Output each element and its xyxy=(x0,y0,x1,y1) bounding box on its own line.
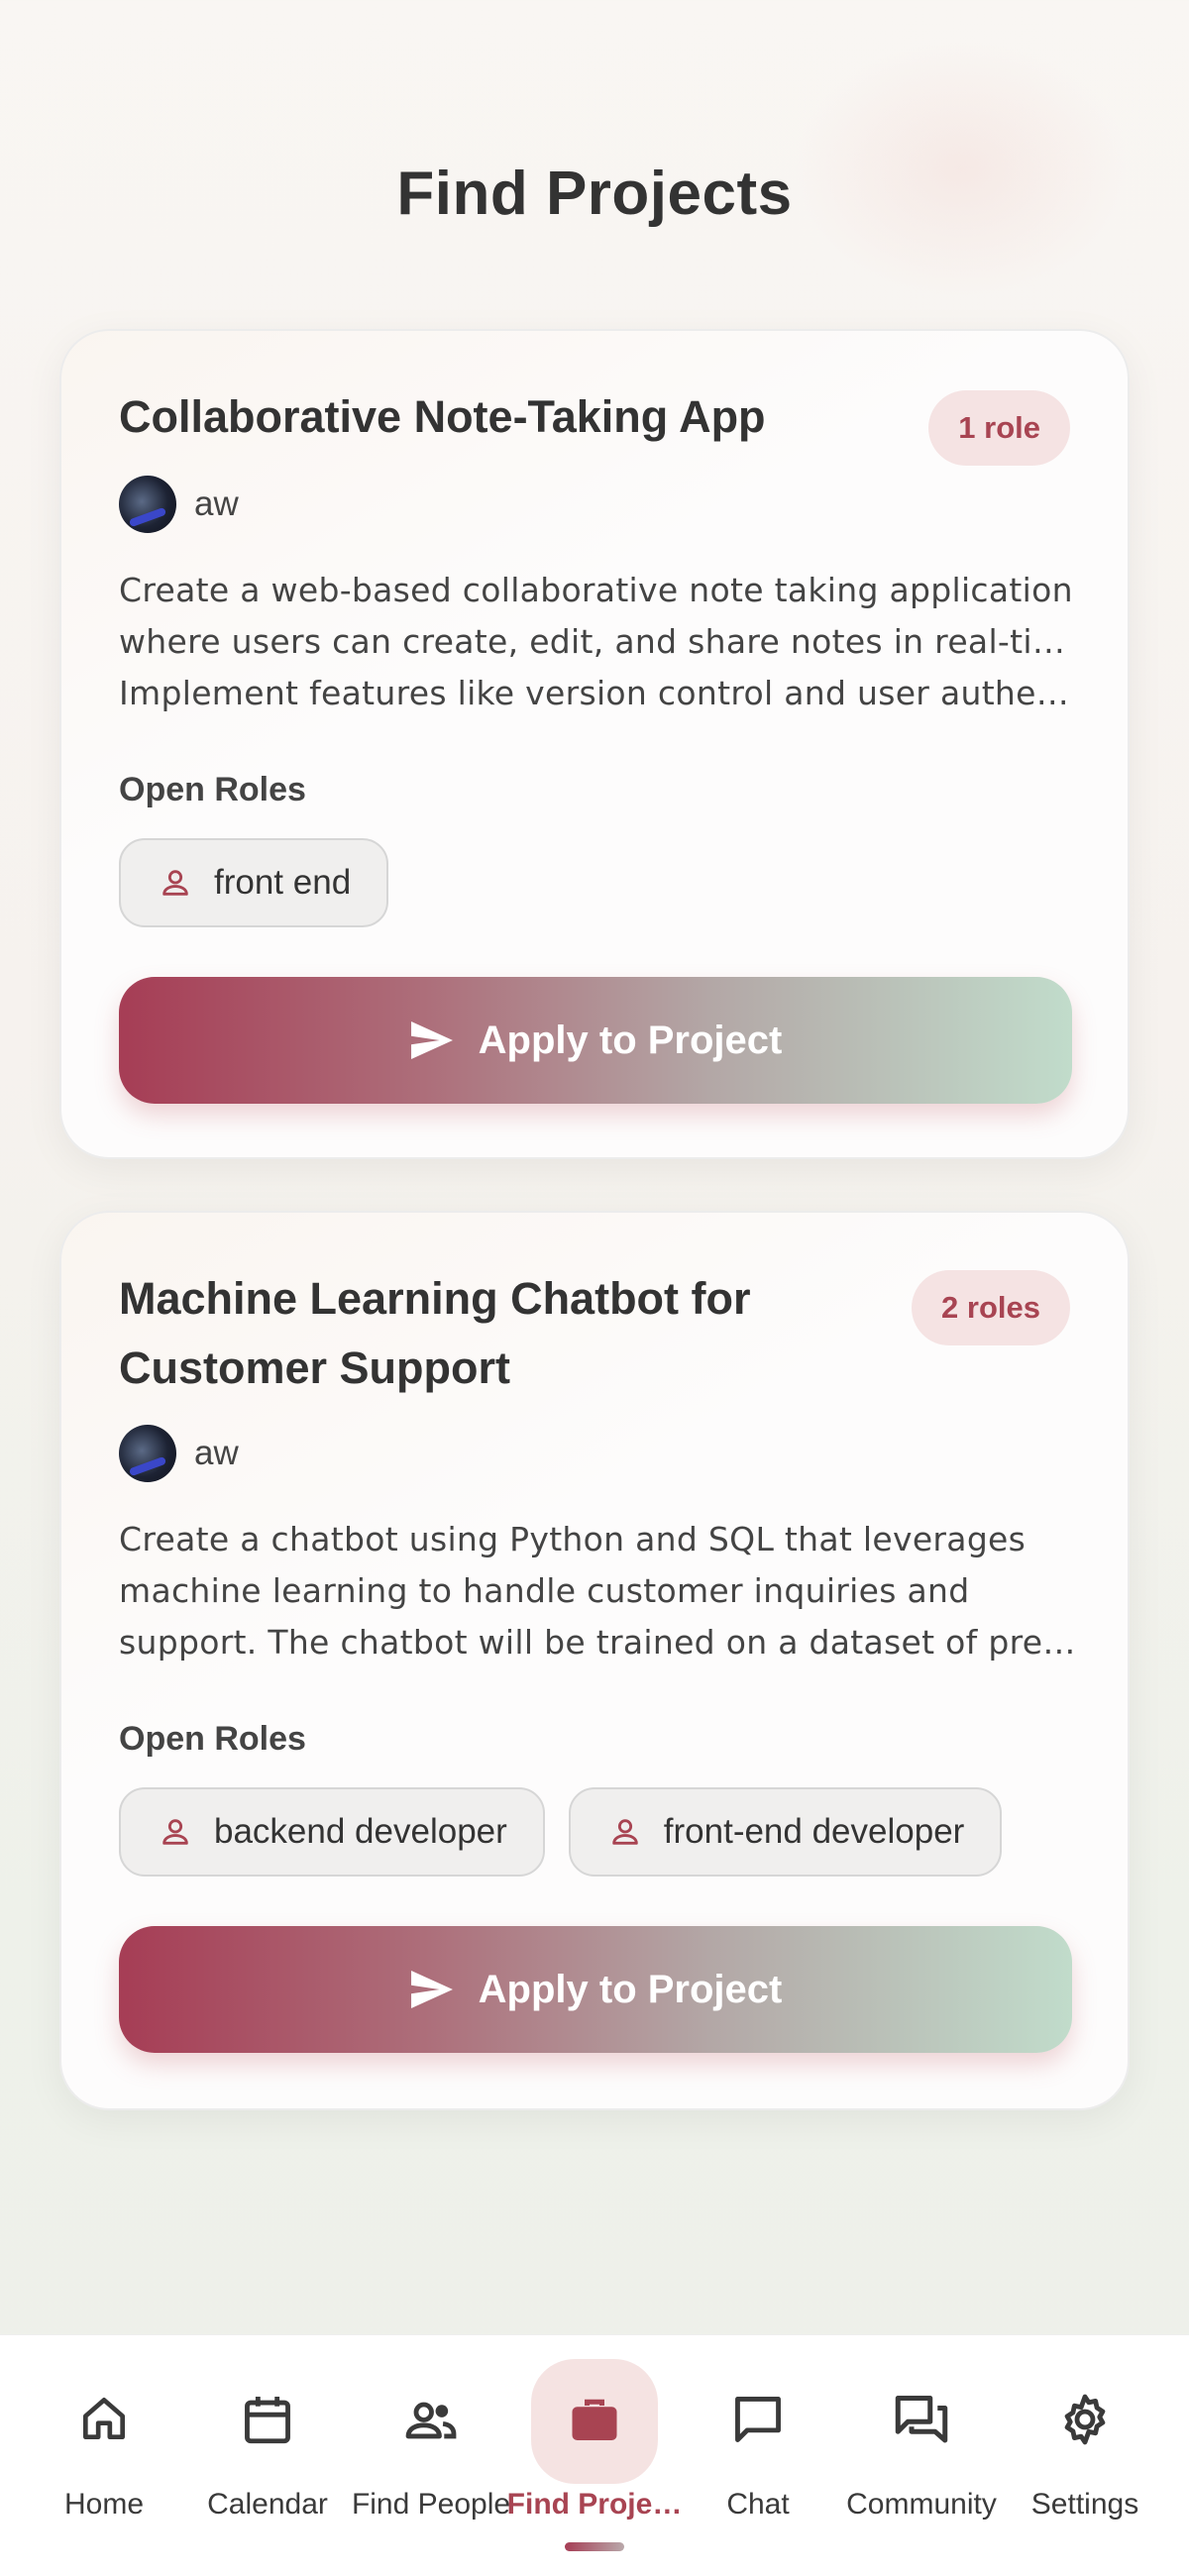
avatar xyxy=(119,476,176,533)
roles-list: backend developer front-end developer xyxy=(119,1787,1003,1877)
nav-item-community[interactable]: Community xyxy=(840,2335,1003,2576)
nav-item-find-people[interactable]: Find People xyxy=(350,2335,512,2576)
apply-button[interactable]: Apply to Project xyxy=(119,977,1072,1104)
chat-icon xyxy=(735,2397,781,2442)
project-description: Create a chatbot using Python and SQL th… xyxy=(119,1520,1078,1662)
role-label: front-end developer xyxy=(663,1812,965,1851)
nav-item-home[interactable]: Home xyxy=(23,2335,185,2576)
project-title: Collaborative Note-Taking App xyxy=(119,391,766,442)
roles-count-badge: 2 roles xyxy=(912,1270,1070,1345)
nav-item-chat[interactable]: Chat xyxy=(677,2335,839,2576)
send-icon xyxy=(410,1970,453,2009)
nav-label: Settings xyxy=(1030,2488,1139,2521)
forum-icon xyxy=(895,2396,948,2443)
calendar-icon xyxy=(245,2397,290,2444)
nav-item-find-projects[interactable]: Find Proje… xyxy=(507,2335,682,2576)
role-label: backend developer xyxy=(214,1812,507,1851)
project-description: Create a web-based collaborative note ta… xyxy=(119,571,1078,712)
apply-button-label: Apply to Project xyxy=(478,1967,783,2011)
home-indicator xyxy=(565,2542,624,2551)
project-title: Machine Learning Chatbot for Customer Su… xyxy=(119,1273,751,1393)
role-chip[interactable]: backend developer xyxy=(119,1787,545,1877)
open-roles-label: Open Roles xyxy=(119,771,306,808)
project-author[interactable]: aw xyxy=(119,476,239,533)
gear-icon xyxy=(1064,2394,1106,2445)
apply-button-label: Apply to Project xyxy=(478,1018,783,1062)
person-icon xyxy=(162,1819,188,1845)
project-card[interactable]: Machine Learning Chatbot for Customer Su… xyxy=(59,1211,1130,2110)
project-card[interactable]: Collaborative Note-Taking App 1 role aw … xyxy=(59,329,1130,1159)
project-author[interactable]: aw xyxy=(119,1425,239,1482)
open-roles-label: Open Roles xyxy=(119,1720,306,1758)
role-chip[interactable]: front end xyxy=(119,838,389,927)
person-icon xyxy=(612,1819,638,1845)
author-name: aw xyxy=(194,484,239,523)
avatar xyxy=(119,1425,176,1482)
page-title: Find Projects xyxy=(396,160,793,228)
nav-item-settings[interactable]: Settings xyxy=(1004,2335,1166,2576)
send-icon xyxy=(410,1020,453,1060)
people-icon xyxy=(405,2402,457,2439)
author-name: aw xyxy=(194,1434,239,1472)
role-label: front end xyxy=(214,863,352,902)
briefcase-icon xyxy=(572,2399,617,2440)
home-icon xyxy=(83,2398,125,2439)
person-icon xyxy=(162,870,188,896)
roles-count-badge: 1 role xyxy=(928,390,1070,466)
bottom-navigation: Home Calendar Find People Find Proje… Ch… xyxy=(0,2334,1189,2576)
nav-item-calendar[interactable]: Calendar xyxy=(186,2335,349,2576)
roles-list: front end xyxy=(119,838,389,927)
apply-button[interactable]: Apply to Project xyxy=(119,1926,1072,2053)
role-chip[interactable]: front-end developer xyxy=(568,1787,1003,1877)
